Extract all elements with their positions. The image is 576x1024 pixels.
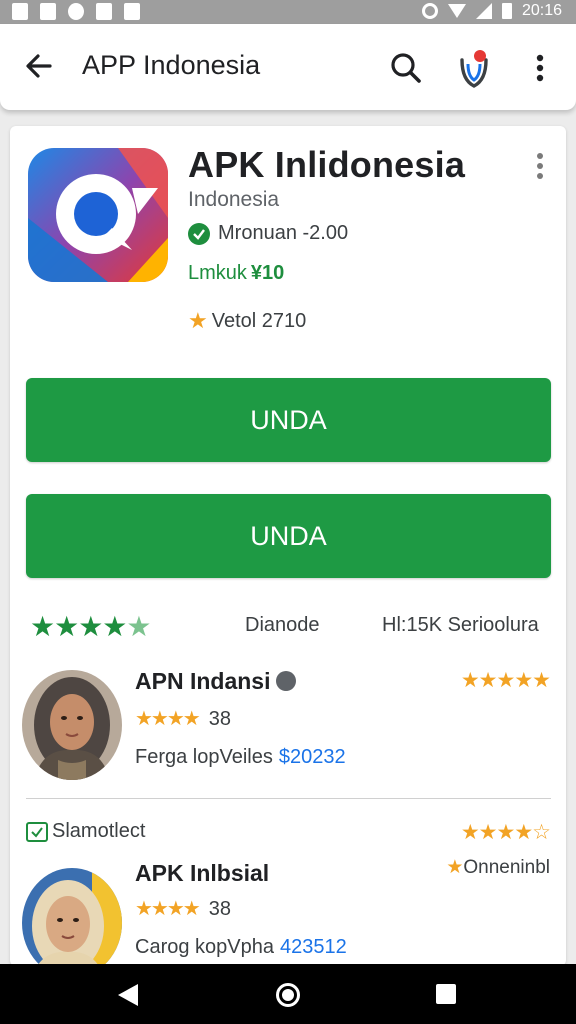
avatar	[22, 868, 122, 978]
status-bar: 20:16	[0, 0, 576, 24]
review-meta: Ferga lopVeiles $20232	[135, 746, 346, 769]
image-icon	[40, 3, 56, 20]
verified-badge-icon	[276, 671, 297, 691]
app-title: APK Inlidonesia	[188, 144, 466, 185]
review-rating: ★★★★ 38	[135, 896, 231, 921]
side-label-text: Onneninbl	[463, 857, 550, 878]
review-meta: Carog kopVpha 423512	[135, 936, 347, 959]
status-time: 20:16	[521, 2, 562, 19]
alarm-icon	[421, 3, 438, 19]
developer-name[interactable]: Indonesia	[188, 188, 279, 212]
shield-icon[interactable]	[454, 46, 494, 90]
star-icon: ★	[446, 857, 464, 878]
support-label: Slamotlect	[26, 820, 145, 843]
review-stars: ★★★★★	[460, 669, 551, 692]
review-meta-number[interactable]: $20232	[279, 746, 346, 768]
chat-icon	[68, 3, 84, 20]
nav-recents-icon[interactable]	[436, 984, 456, 1004]
reviewer-name: APN Indansi	[135, 668, 297, 695]
summary-right-text: Hl:15K Serioolura	[382, 614, 539, 636]
review-rating: ★★★★ 38	[135, 706, 231, 731]
signal-icon	[475, 3, 492, 19]
status-right-icons: 20:16	[421, 2, 562, 20]
app-logo-icon	[28, 148, 168, 282]
reviewer-name: APK Inlbsial	[135, 860, 270, 886]
check-box-icon	[26, 821, 48, 842]
reviewer-name-text: APN Indansi	[135, 668, 271, 694]
rating-text: Vetol 2710	[211, 309, 307, 332]
green-value: ¥10	[250, 262, 285, 284]
summary-half-star: ★	[126, 611, 151, 642]
more-vert-icon[interactable]	[526, 48, 554, 88]
toolbar-title: APP Indonesia	[82, 50, 261, 80]
review-stars: ★★★★☆	[460, 821, 551, 844]
more-vert-icon[interactable]	[530, 150, 550, 182]
avatar	[22, 670, 122, 780]
review-meta-text: Ferga lopVeiles	[135, 746, 273, 768]
review-score: 38	[208, 898, 231, 920]
app-rating: ★ Vetol 2710	[188, 308, 306, 334]
gallery-icon	[96, 3, 112, 20]
install-button[interactable]: UNDA	[26, 378, 551, 462]
review-inline-stars: ★★★★	[135, 708, 201, 730]
support-text: Slamotlect	[52, 820, 146, 842]
alert-icon	[124, 3, 140, 20]
search-icon[interactable]	[386, 48, 426, 88]
summary-middle-text: Dianode	[245, 614, 320, 636]
navigation-bar	[0, 964, 576, 1024]
nav-back-icon[interactable]	[118, 984, 138, 1006]
review-meta-text: Carog kopVpha	[135, 936, 274, 958]
arrow-left-icon[interactable]	[20, 46, 60, 86]
wifi-icon	[447, 4, 466, 18]
notification-icon	[12, 3, 28, 20]
secondary-install-button[interactable]: UNDA	[26, 494, 551, 578]
summary-stars: ★★★★★	[30, 610, 152, 643]
summary-full-stars: ★★★★	[30, 611, 127, 642]
green-label: Lmkuk	[188, 262, 247, 284]
app-detail-card: APK Inlidonesia Indonesia Mronuan -2.00 …	[10, 126, 566, 978]
divider	[26, 798, 551, 799]
review-score: 38	[208, 708, 231, 730]
review-inline-stars: ★★★★	[135, 898, 201, 920]
app-toolbar: APP Indonesia	[0, 24, 576, 110]
green-info: Lmkuk ¥10	[188, 262, 284, 285]
review-item[interactable]: APN Indansi ★★★★★ ★★★★ 38 Ferga lopVeiles…	[10, 664, 566, 798]
verified-text: Mronuan -2.00	[218, 222, 349, 244]
verified-row: Mronuan -2.00	[188, 222, 348, 245]
side-label: ★Onneninbl	[446, 856, 550, 879]
review-meta-number[interactable]: 423512	[280, 936, 347, 958]
star-icon: ★	[188, 308, 208, 333]
review-item[interactable]: Slamotlect ★★★★☆ ★Onneninbl APK Inlbsial…	[10, 812, 566, 978]
status-left-icons	[12, 3, 140, 20]
rating-summary: ★★★★★ Dianode Hl:15K Serioolura	[30, 610, 550, 642]
nav-home-icon[interactable]	[276, 983, 300, 1007]
check-circle-icon	[188, 222, 210, 245]
battery-icon	[501, 3, 512, 19]
